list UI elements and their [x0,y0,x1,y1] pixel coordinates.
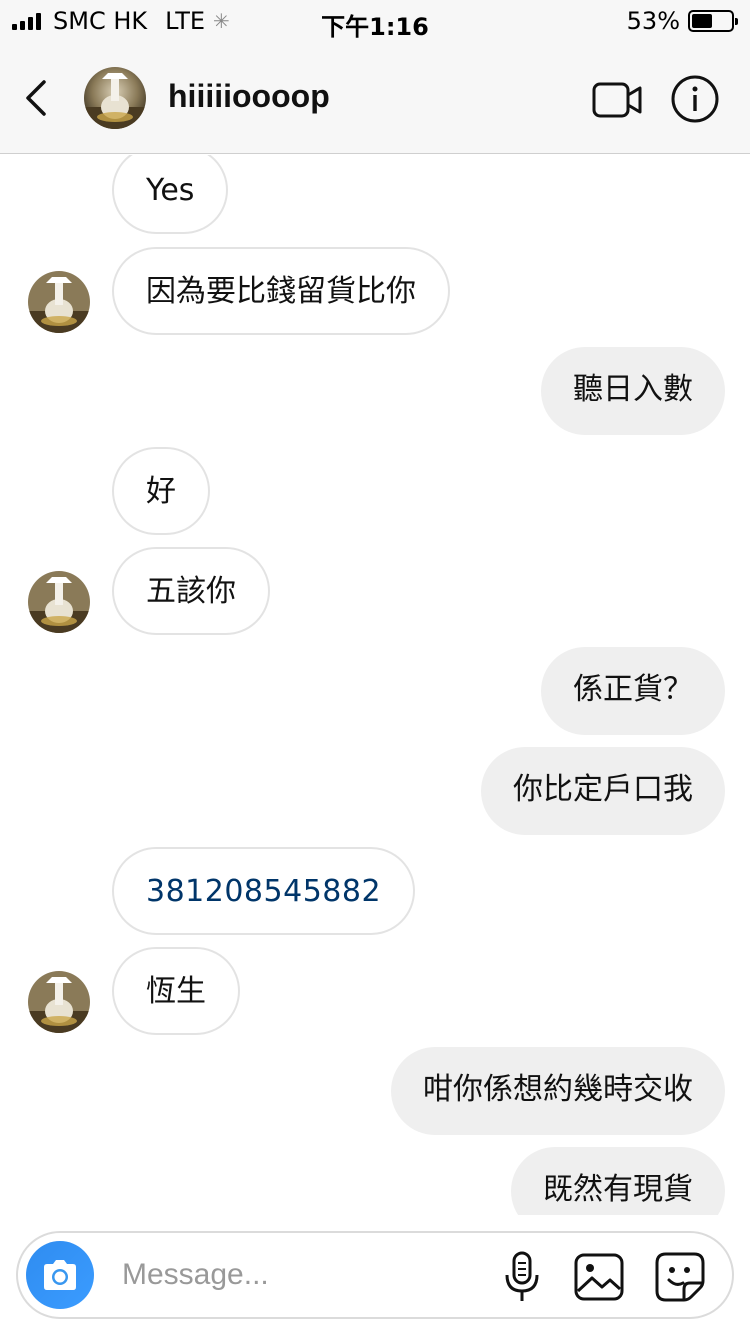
message-input[interactable] [122,1253,482,1297]
voice-message-button[interactable] [502,1251,542,1303]
message-bubble-outgoing[interactable]: 係正貨？ [541,647,725,735]
chevron-left-icon [26,80,46,116]
contact-avatar[interactable] [84,67,146,129]
avatar-image [84,67,146,129]
sticker-button[interactable] [654,1251,706,1303]
video-call-button[interactable] [592,80,644,120]
message-text: 係正貨？ [573,672,693,707]
gallery-button[interactable] [574,1253,624,1301]
video-camera-icon [592,82,642,118]
message-text: 五該你 [146,574,236,609]
image-icon [574,1253,624,1301]
avatar-image [28,971,90,1033]
message-thread[interactable]: Yes 因為要比錢留貨比你 聽日入數 好 五該你 係正貨？ 你比定戶口我 381… [0,155,750,1215]
message-text: 聽日入數 [573,372,693,407]
status-bar: SMC HK LTE ✳ 下午1:16 53% [0,0,750,41]
message-bubble-outgoing[interactable]: 既然有現貨 [511,1147,725,1215]
contact-username[interactable]: hiiiiioooop [168,78,330,115]
camera-button[interactable] [26,1241,94,1309]
battery-icon [688,10,738,32]
message-text: Yes [146,173,195,208]
message-bubble-incoming[interactable]: 恆生 [112,947,240,1035]
battery-percent: 53% [626,7,680,35]
sender-avatar[interactable] [28,971,90,1033]
message-bubble-incoming[interactable]: 好 [112,447,210,535]
message-bubble-outgoing[interactable]: 你比定戶口我 [481,747,725,835]
message-bubble-outgoing[interactable]: 聽日入數 [541,347,725,435]
back-button[interactable] [22,78,52,118]
message-bubble-incoming-link[interactable]: 381208545882 [112,847,416,935]
camera-icon [44,1260,76,1290]
message-text: 你比定戶口我 [513,772,693,807]
message-bubble-outgoing[interactable]: 咁你係想約幾時交收 [391,1047,725,1135]
message-text: 因為要比錢留貨比你 [146,274,416,309]
message-bubble-incoming[interactable]: 因為要比錢留貨比你 [112,247,450,335]
phone-number-link[interactable]: 381208545882 [146,874,381,909]
battery-level [692,14,712,28]
message-bubble-incoming[interactable]: Yes [112,155,229,234]
sender-avatar[interactable] [28,271,90,333]
sender-avatar[interactable] [28,571,90,633]
chat-header: hiiiiioooop [0,40,750,154]
info-icon [671,75,719,123]
status-right: 53% [626,7,738,35]
microphone-icon [505,1251,539,1301]
avatar-image [28,571,90,633]
avatar-image [28,271,90,333]
message-text: 恆生 [146,974,206,1009]
sticker-icon [655,1252,705,1302]
message-text: 好 [146,474,176,509]
message-text: 咁你係想約幾時交收 [423,1072,693,1107]
message-composer [16,1231,734,1319]
message-text: 既然有現貨 [543,1172,693,1207]
info-button[interactable] [670,74,720,124]
message-bubble-incoming[interactable]: 五該你 [112,547,270,635]
